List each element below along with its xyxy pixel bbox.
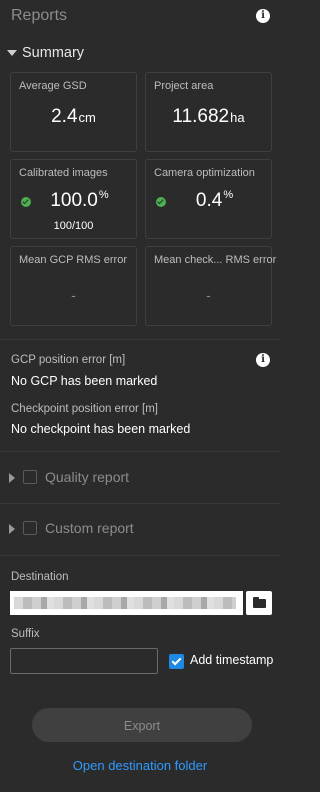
- card-label: Camera optimization: [154, 167, 255, 179]
- chevron-down-icon: [7, 50, 17, 56]
- quality-report-row[interactable]: Quality report: [0, 466, 280, 490]
- custom-report-row[interactable]: Custom report: [0, 517, 280, 541]
- chevron-right-icon[interactable]: [9, 524, 15, 534]
- card-mean-gcp-rms: Mean GCP RMS error -: [10, 246, 137, 326]
- custom-report-checkbox[interactable]: [23, 521, 37, 535]
- card-calibrated-images: Calibrated images 100.0% 100/100: [10, 159, 137, 239]
- destination-path-field[interactable]: [10, 591, 243, 615]
- panel-header: Reports i: [0, 0, 280, 34]
- folder-icon: [253, 597, 266, 608]
- card-camera-optimization: Camera optimization 0.4%: [145, 159, 272, 239]
- export-button[interactable]: Export: [32, 708, 252, 742]
- quality-report-label: Quality report: [45, 469, 130, 485]
- divider: [0, 339, 280, 340]
- browse-folder-button[interactable]: [246, 591, 272, 615]
- gcp-error-label: GCP position error [m]: [11, 354, 126, 366]
- card-value: 2.4cm: [51, 106, 96, 127]
- card-value: 0.4%: [195, 189, 234, 211]
- card-value: -: [71, 287, 76, 303]
- card-subvalue: 100/100: [53, 220, 94, 232]
- card-label: Average GSD: [19, 80, 87, 92]
- destination-label: Destination: [11, 571, 69, 583]
- card-project-area: Project area 11.682ha: [145, 72, 272, 152]
- checkpoint-error-value: No checkpoint has been marked: [11, 422, 191, 436]
- add-timestamp-label[interactable]: Add timestamp: [190, 653, 273, 667]
- add-timestamp-checkbox[interactable]: [169, 654, 184, 669]
- checkpoint-error-label: Checkpoint position error [m]: [11, 403, 159, 415]
- info-icon[interactable]: i: [256, 9, 270, 23]
- card-value: -: [206, 287, 211, 303]
- card-label: Mean check... RMS error: [154, 254, 277, 266]
- summary-section-toggle[interactable]: Summary: [0, 43, 280, 65]
- info-icon[interactable]: i: [256, 353, 270, 367]
- gcp-error-value: No GCP has been marked: [11, 374, 158, 388]
- quality-report-checkbox[interactable]: [23, 470, 37, 484]
- chevron-right-icon[interactable]: [9, 473, 15, 483]
- divider: [0, 555, 280, 556]
- open-destination-folder-link[interactable]: Open destination folder: [0, 758, 280, 773]
- card-value: 100.0%: [50, 189, 109, 211]
- divider: [0, 451, 280, 452]
- card-label: Project area: [154, 80, 214, 92]
- panel-title: Reports: [11, 7, 68, 24]
- card-average-gsd: Average GSD 2.4cm: [10, 72, 137, 152]
- divider: [0, 503, 280, 504]
- card-mean-checkpoint-rms: Mean check... RMS error -: [145, 246, 276, 326]
- redacted-path: [14, 597, 236, 609]
- suffix-label: Suffix: [11, 628, 40, 640]
- card-value: 11.682ha: [172, 106, 245, 127]
- card-label: Mean GCP RMS error: [19, 254, 127, 266]
- custom-report-label: Custom report: [45, 520, 134, 536]
- suffix-input[interactable]: [10, 648, 158, 674]
- card-label: Calibrated images: [19, 167, 108, 179]
- summary-label: Summary: [22, 45, 85, 61]
